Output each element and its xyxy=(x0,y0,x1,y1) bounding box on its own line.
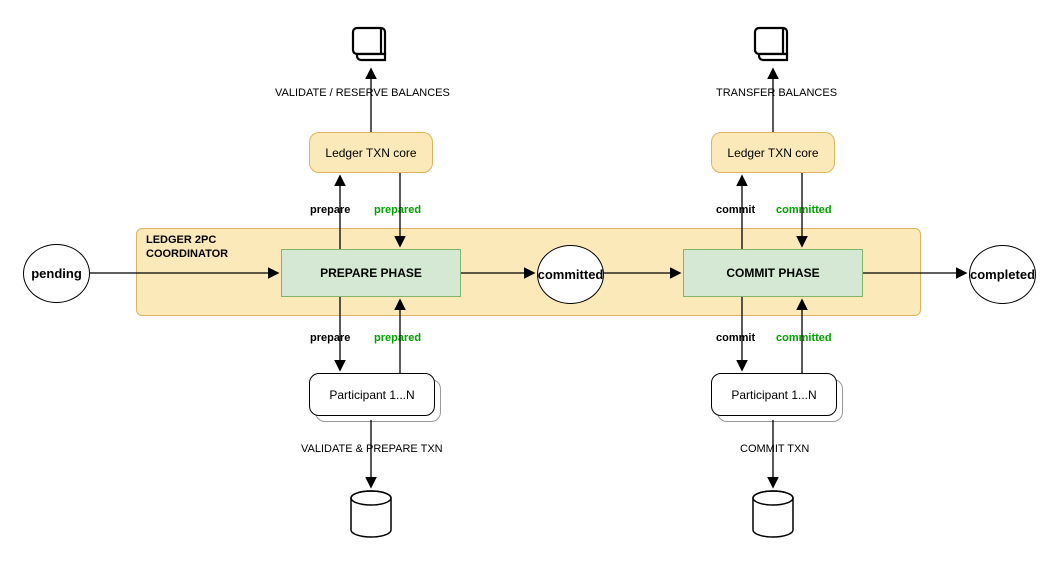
state-pending-label: pending xyxy=(31,266,82,281)
state-pending: pending xyxy=(23,244,90,303)
msg-committed-bottom-right: committed xyxy=(776,332,832,344)
participant-right-label: Participant 1...N xyxy=(731,388,816,402)
prepare-phase: PREPARE PHASE xyxy=(281,249,461,297)
ledger-txn-core-right: Ledger TXN core xyxy=(711,132,835,173)
annotation-transfer: TRANSFER BALANCES xyxy=(716,87,837,99)
ledger-txn-core-right-label: Ledger TXN core xyxy=(727,146,818,160)
msg-commit-bottom-right: commit xyxy=(716,332,755,344)
state-committed: committed xyxy=(537,245,604,304)
db-icon-left xyxy=(349,490,393,540)
db-icon-right xyxy=(751,490,795,540)
participant-left-label: Participant 1...N xyxy=(329,388,414,402)
ledger-txn-core-left-label: Ledger TXN core xyxy=(325,146,416,160)
msg-prepare-top-left: prepare xyxy=(310,204,350,216)
annotation-validate-prepare: VALIDATE & PREPARE TXN xyxy=(301,443,443,455)
msg-prepare-bottom-left: prepare xyxy=(310,332,350,344)
book-icon-left xyxy=(351,24,391,64)
state-committed-label: committed xyxy=(538,267,604,282)
msg-commit-top-right: commit xyxy=(716,204,755,216)
coordinator-label-line1: LEDGER 2PC xyxy=(146,234,216,246)
coordinator-label: LEDGER 2PC COORDINATOR xyxy=(146,233,228,262)
ledger-txn-core-left: Ledger TXN core xyxy=(309,132,433,173)
coordinator-label-line2: COORDINATOR xyxy=(146,248,228,260)
commit-phase: COMMIT PHASE xyxy=(683,249,863,297)
state-completed-label: completed xyxy=(970,267,1035,282)
participant-left: Participant 1...N xyxy=(309,373,435,416)
state-completed: completed xyxy=(969,245,1036,304)
msg-prepared-bottom-left: prepared xyxy=(374,332,421,344)
prepare-phase-label: PREPARE PHASE xyxy=(320,266,422,280)
annotation-commit-txn: COMMIT TXN xyxy=(740,443,809,455)
participant-right: Participant 1...N xyxy=(711,373,837,416)
annotation-validate-reserve: VALIDATE / RESERVE BALANCES xyxy=(275,87,450,99)
msg-committed-top-right: committed xyxy=(776,204,832,216)
commit-phase-label: COMMIT PHASE xyxy=(726,266,819,280)
msg-prepared-top-left: prepared xyxy=(374,204,421,216)
book-icon-right xyxy=(753,24,793,64)
